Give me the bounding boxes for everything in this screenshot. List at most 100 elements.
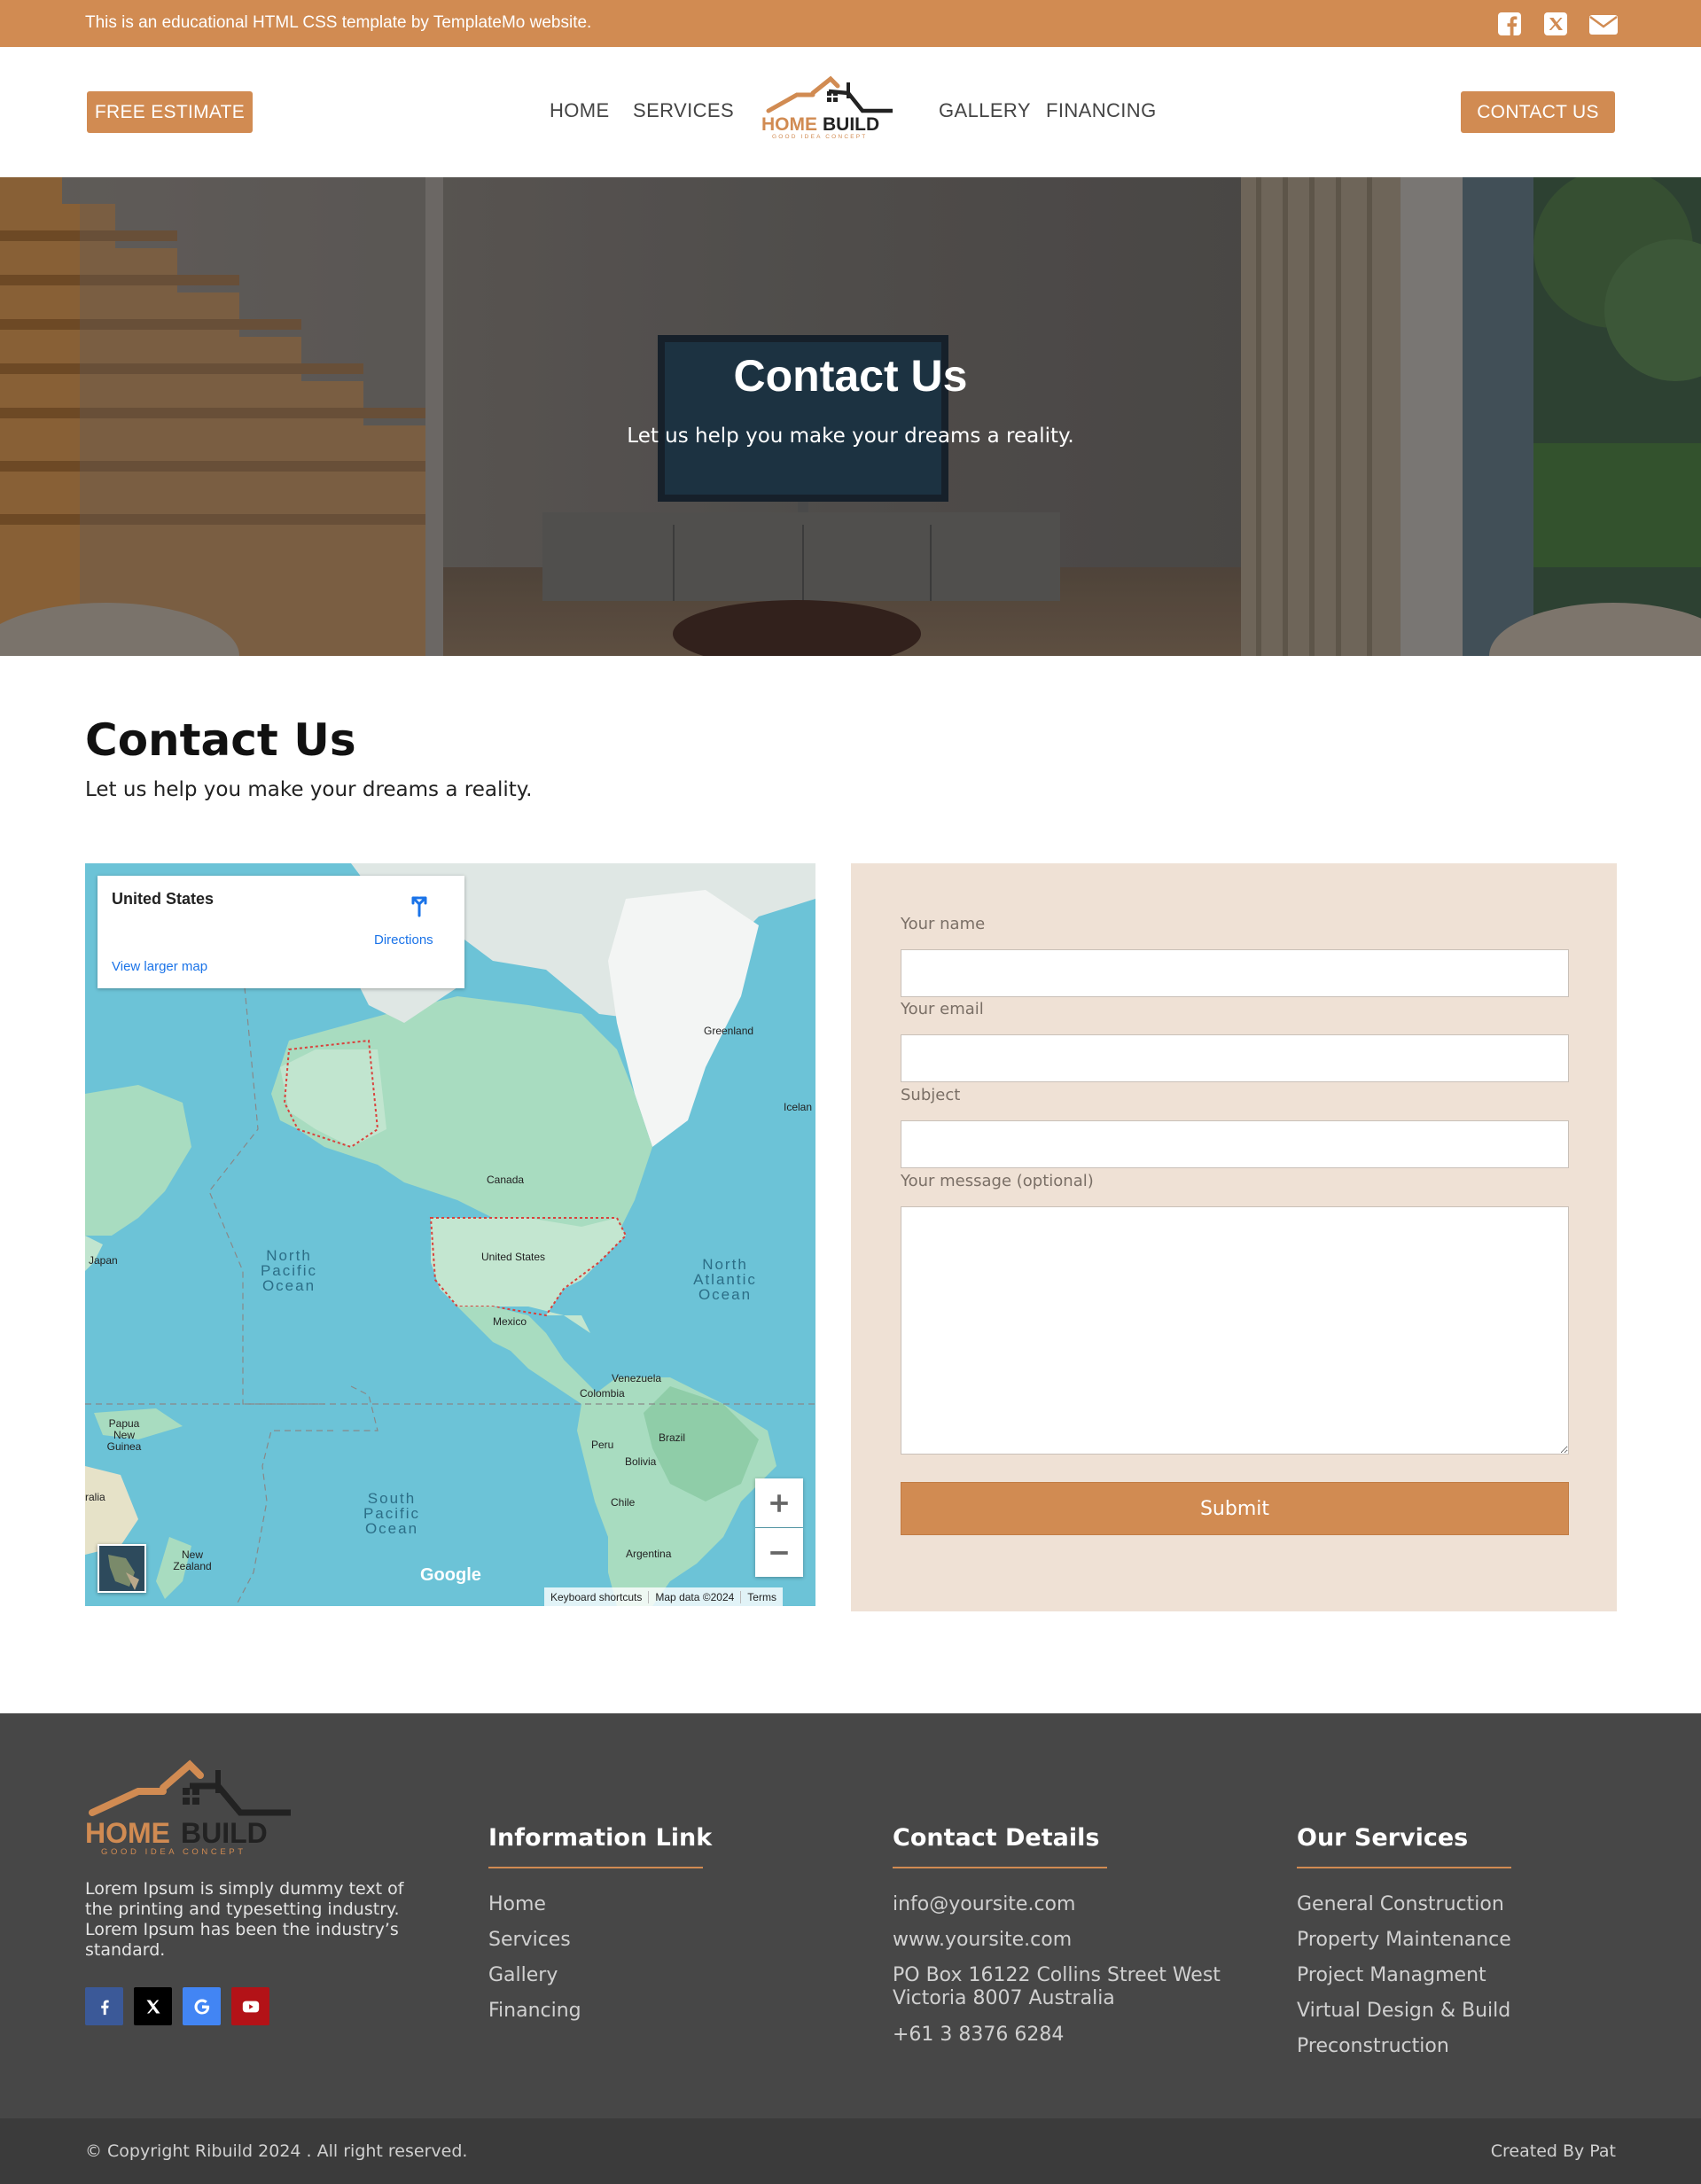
footer-link-home[interactable]: Home	[488, 1893, 546, 1915]
footer-address-line1: PO Box 16122 Collins Street West	[893, 1964, 1221, 1986]
services-underline	[1297, 1867, 1511, 1868]
copyright-text: © Copyright Ribuild 2024 . All right res…	[85, 2141, 468, 2161]
zoom-in-button[interactable]	[755, 1478, 803, 1527]
google-logo: Google	[420, 1564, 482, 1590]
hero-background-image	[0, 177, 1701, 656]
name-label: Your name	[901, 915, 986, 933]
contact-title: Contact Us	[85, 714, 356, 766]
svg-text:HOME: HOME	[761, 114, 817, 135]
google-icon[interactable]	[183, 1987, 221, 2025]
services-title: Our Services	[1297, 1824, 1469, 1852]
subject-label: Subject	[901, 1086, 961, 1104]
hero-title: Contact Us	[733, 351, 968, 401]
youtube-icon[interactable]	[231, 1987, 269, 2025]
hero-subtitle: Let us help you make your dreams a reali…	[627, 425, 1074, 448]
map-label-canada: Canada	[487, 1174, 525, 1186]
facebook-icon[interactable]	[85, 1987, 123, 2025]
submit-button[interactable]: Submit	[901, 1482, 1569, 1535]
x-icon[interactable]	[1542, 11, 1569, 37]
plus-icon	[770, 1494, 788, 1512]
nav-home[interactable]: HOME	[550, 99, 610, 122]
zoom-out-button[interactable]	[755, 1528, 803, 1577]
nav-financing[interactable]: FINANCING	[1046, 99, 1157, 122]
svg-text:Google: Google	[420, 1565, 481, 1585]
service-virtual-design-build[interactable]: Virtual Design & Build	[1297, 2000, 1510, 2022]
footer-about-text: Lorem Ipsum is simply dummy text of the …	[85, 1879, 404, 1960]
map-label-bolivia: Bolivia	[625, 1455, 657, 1468]
map-label-brazil: Brazil	[659, 1431, 686, 1444]
map-place-name: United States	[112, 890, 215, 908]
directions-link[interactable]: Directions	[374, 932, 433, 948]
map-label-mexico: Mexico	[493, 1315, 527, 1328]
email-label: Your email	[901, 1000, 984, 1018]
contact-details-title: Contact Details	[893, 1824, 1100, 1852]
svg-text:HOME: HOME	[85, 1817, 170, 1849]
map-label-new-zealand: New Zealand	[173, 1548, 212, 1572]
satellite-thumbnail-icon	[99, 1546, 144, 1591]
map-attribution-bar: Keyboard shortcuts Map data ©2024 Terms	[544, 1587, 783, 1606]
map-label-north-atlantic: North Atlantic Ocean	[693, 1256, 757, 1303]
map-data-credit: Map data ©2024	[649, 1590, 742, 1603]
envelope-icon[interactable]	[1588, 11, 1619, 37]
map-label-iceland: Icelan	[784, 1101, 813, 1113]
footer-link-services[interactable]: Services	[488, 1929, 571, 1951]
nav-gallery[interactable]: GALLERY	[939, 99, 1031, 122]
service-preconstruction[interactable]: Preconstruction	[1297, 2035, 1449, 2057]
map-label-argentina: Argentina	[626, 1548, 672, 1560]
contact-subtitle: Let us help you make your dreams a reali…	[85, 778, 533, 801]
keyboard-shortcuts-link[interactable]: Keyboard shortcuts	[544, 1590, 650, 1603]
facebook-icon[interactable]	[1496, 11, 1523, 37]
svg-text:GOOD IDEA CONCEPT: GOOD IDEA CONCEPT	[772, 134, 867, 140]
top-announcement-bar: This is an educational HTML CSS template…	[0, 0, 1701, 47]
contact-details-underline	[893, 1867, 1107, 1868]
map-label-australia: ralia	[85, 1491, 105, 1503]
svg-text:BUILD: BUILD	[181, 1817, 268, 1849]
map-label-united-states: United States	[481, 1251, 546, 1263]
map-label-peru: Peru	[591, 1439, 614, 1451]
service-property-maintenance[interactable]: Property Maintenance	[1297, 1929, 1511, 1951]
map-label-colombia: Colombia	[580, 1387, 625, 1400]
svg-text:BUILD: BUILD	[823, 114, 879, 135]
hero-banner: Contact Us Let us help you make your dre…	[0, 177, 1701, 656]
contact-form: Your name Your email Subject Your messag…	[851, 863, 1617, 1611]
announcement-text: This is an educational HTML CSS template…	[85, 13, 592, 32]
google-map[interactable]: Greenland Icelan Canada United States Me…	[85, 863, 815, 1606]
service-project-management[interactable]: Project Managment	[1297, 1964, 1486, 1986]
satellite-view-toggle[interactable]	[98, 1544, 146, 1593]
site-logo[interactable]: HOME BUILD GOOD IDEA CONCEPT	[760, 74, 901, 140]
name-field[interactable]	[901, 949, 1569, 997]
service-general-construction[interactable]: General Construction	[1297, 1893, 1504, 1915]
info-links-title: Information Link	[488, 1824, 713, 1852]
map-label-venezuela: Venezuela	[612, 1372, 662, 1384]
footer-address-line2: Victoria 8007 Australia	[893, 1987, 1115, 2009]
footer-link-gallery[interactable]: Gallery	[488, 1964, 558, 1986]
message-label: Your message (optional)	[901, 1172, 1094, 1190]
site-footer: HOME BUILD GOOD IDEA CONCEPT Lorem Ipsum…	[0, 1713, 1701, 2118]
svg-text:GOOD IDEA CONCEPT: GOOD IDEA CONCEPT	[101, 1847, 246, 1857]
map-label-japan: Japan	[89, 1254, 118, 1267]
credit-text: Created By Pat	[1490, 2141, 1616, 2161]
info-links-underline	[488, 1867, 703, 1868]
view-larger-map-link[interactable]: View larger map	[112, 959, 207, 974]
footer-phone[interactable]: +61 3 8376 6284	[893, 2024, 1064, 2046]
footer-website[interactable]: www.yoursite.com	[893, 1929, 1072, 1951]
subject-field[interactable]	[901, 1120, 1569, 1168]
map-label-chile: Chile	[611, 1496, 636, 1509]
map-label-south-pacific: South Pacific Ocean	[363, 1490, 421, 1537]
footer-link-financing[interactable]: Financing	[488, 2000, 581, 2022]
email-field[interactable]	[901, 1034, 1569, 1082]
directions-icon[interactable]	[406, 891, 433, 917]
contact-us-button[interactable]: CONTACT US	[1461, 91, 1615, 133]
site-header: FREE ESTIMATE HOME SERVICES HOME BUILD G…	[0, 47, 1701, 177]
x-icon[interactable]	[134, 1987, 172, 2025]
footer-email[interactable]: info@yoursite.com	[893, 1893, 1075, 1915]
map-label-papua-new-guinea: Papua New Guinea	[106, 1417, 142, 1453]
copyright-bar: © Copyright Ribuild 2024 . All right res…	[0, 2118, 1701, 2184]
map-label-north-pacific: North Pacific Ocean	[260, 1247, 318, 1294]
nav-services[interactable]: SERVICES	[633, 99, 734, 122]
terms-link[interactable]: Terms	[741, 1591, 783, 1603]
free-estimate-button[interactable]: FREE ESTIMATE	[87, 91, 253, 133]
footer-logo[interactable]: HOME BUILD GOOD IDEA CONCEPT	[85, 1758, 298, 1857]
message-field[interactable]	[901, 1206, 1569, 1455]
minus-icon	[770, 1550, 788, 1555]
